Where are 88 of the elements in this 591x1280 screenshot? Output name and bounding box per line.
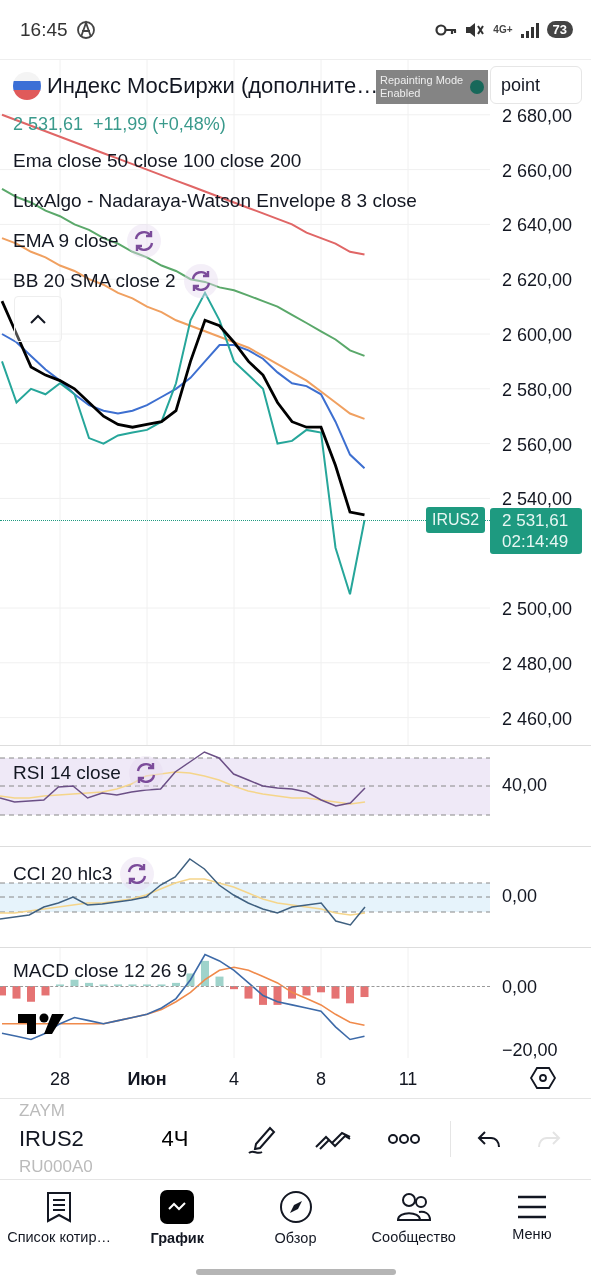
nav-tab[interactable]: График: [118, 1180, 237, 1255]
nav-tab[interactable]: Сообщество: [354, 1180, 473, 1255]
list-icon: [45, 1190, 74, 1223]
nav-tab[interactable]: Список котир…: [0, 1180, 119, 1255]
axis-label: 2 480,00: [502, 653, 573, 674]
histogram-bar: [331, 986, 340, 999]
interval-button[interactable]: 4Ч: [143, 1126, 241, 1152]
axis-label: 11: [398, 1069, 418, 1089]
axis-label: 2 680,00: [502, 105, 573, 126]
axis-label: 2 460,00: [502, 708, 573, 729]
people-icon: [395, 1190, 432, 1223]
axis-label: 40,00: [502, 775, 548, 796]
histogram-bar: [0, 986, 6, 996]
refresh-icon[interactable]: [128, 756, 163, 790]
symbol-title: Индекс МосБиржи (дополните…: [47, 73, 379, 99]
histogram-bar: [41, 986, 50, 996]
network-type: 4G+: [493, 24, 513, 35]
settings-icon[interactable]: [529, 1067, 557, 1089]
nav-tab[interactable]: Обзор: [236, 1180, 355, 1255]
histogram-bar: [346, 986, 354, 1004]
axis-label: −20,00: [502, 1039, 558, 1060]
refresh-icon[interactable]: [126, 224, 161, 258]
histogram-bar: [186, 973, 195, 987]
histogram-bar: [244, 986, 253, 999]
signal-icon: [520, 21, 539, 38]
notice-label: Repainting Mode Enabled: [380, 74, 465, 100]
histogram-bar: [114, 984, 122, 987]
menu-icon: [515, 1193, 548, 1220]
symbol-option[interactable]: IRUS2: [19, 1129, 144, 1149]
refresh-icon[interactable]: [183, 264, 218, 298]
axis-label: 2 620,00: [502, 270, 573, 291]
status-dot: [470, 80, 484, 94]
redo-icon: [537, 1129, 561, 1149]
histogram-bar: [12, 986, 21, 999]
histogram-bar: [317, 986, 325, 993]
axis-label: 0,00: [502, 977, 538, 998]
axis-label: 2 540,00: [502, 489, 573, 510]
histogram-bar: [259, 986, 267, 1005]
histogram-bar: [27, 986, 35, 1002]
axis-label: 2 560,00: [502, 434, 573, 455]
histogram-bar: [70, 979, 79, 987]
axis-label: 28: [50, 1069, 70, 1089]
histogram-bar: [288, 986, 296, 999]
scale-dropdown[interactable]: point: [490, 66, 582, 104]
axis-label: 0,00: [502, 886, 538, 907]
axis-label: 2 580,00: [502, 379, 573, 400]
histogram-bar: [230, 986, 238, 990]
histogram-bar: [143, 984, 151, 987]
axis-label: 2 640,00: [502, 215, 573, 236]
nav-tab[interactable]: Меню: [472, 1180, 591, 1255]
compass-icon: [278, 1189, 313, 1224]
axis-label: 2 500,00: [502, 599, 573, 619]
collapse-button[interactable]: [14, 296, 62, 342]
undo-icon: [477, 1129, 501, 1149]
mute-icon: [465, 20, 486, 39]
symbol-tag: IRUS2: [426, 507, 486, 534]
price-change: +11,99 (+0,48%): [93, 113, 226, 135]
more-icon: [388, 1133, 421, 1145]
axis-label: 4: [229, 1069, 239, 1089]
axis-label: 2 660,00: [502, 160, 573, 181]
indicator-label[interactable]: MACD close 12 26 9: [13, 960, 188, 982]
axis-label: 2 600,00: [502, 325, 573, 345]
indicator-label[interactable]: EMA 9 close: [13, 230, 119, 252]
histogram-bar: [201, 960, 209, 987]
chevron-up-icon: [29, 313, 47, 325]
indicator-label[interactable]: CCI 20 hlc3: [13, 863, 113, 885]
histogram-bar: [172, 982, 180, 987]
histogram-bar: [215, 976, 224, 987]
chart-icon: [160, 1189, 195, 1224]
key-icon: [435, 22, 458, 37]
a-circle-icon: [75, 19, 96, 40]
axis-label: 8: [316, 1069, 326, 1089]
refresh-icon[interactable]: [120, 857, 155, 891]
axis-label: Июн: [127, 1069, 167, 1089]
indicator-label[interactable]: RSI 14 close: [13, 762, 121, 784]
histogram-bar: [99, 984, 108, 987]
histogram-bar: [128, 984, 137, 987]
flag-icon: [13, 72, 41, 100]
histogram-bar: [85, 982, 93, 987]
histogram-bar: [157, 984, 166, 987]
histogram-bar: [360, 986, 369, 998]
battery-level: 73: [546, 21, 573, 38]
logo-icon: [18, 1013, 64, 1034]
histogram-bar: [273, 986, 282, 1005]
price-tag: 2 531,61 02:14:49: [490, 508, 582, 555]
clock: 16:45: [20, 18, 68, 41]
histogram-bar: [302, 986, 311, 996]
histogram-bar: [56, 984, 64, 987]
